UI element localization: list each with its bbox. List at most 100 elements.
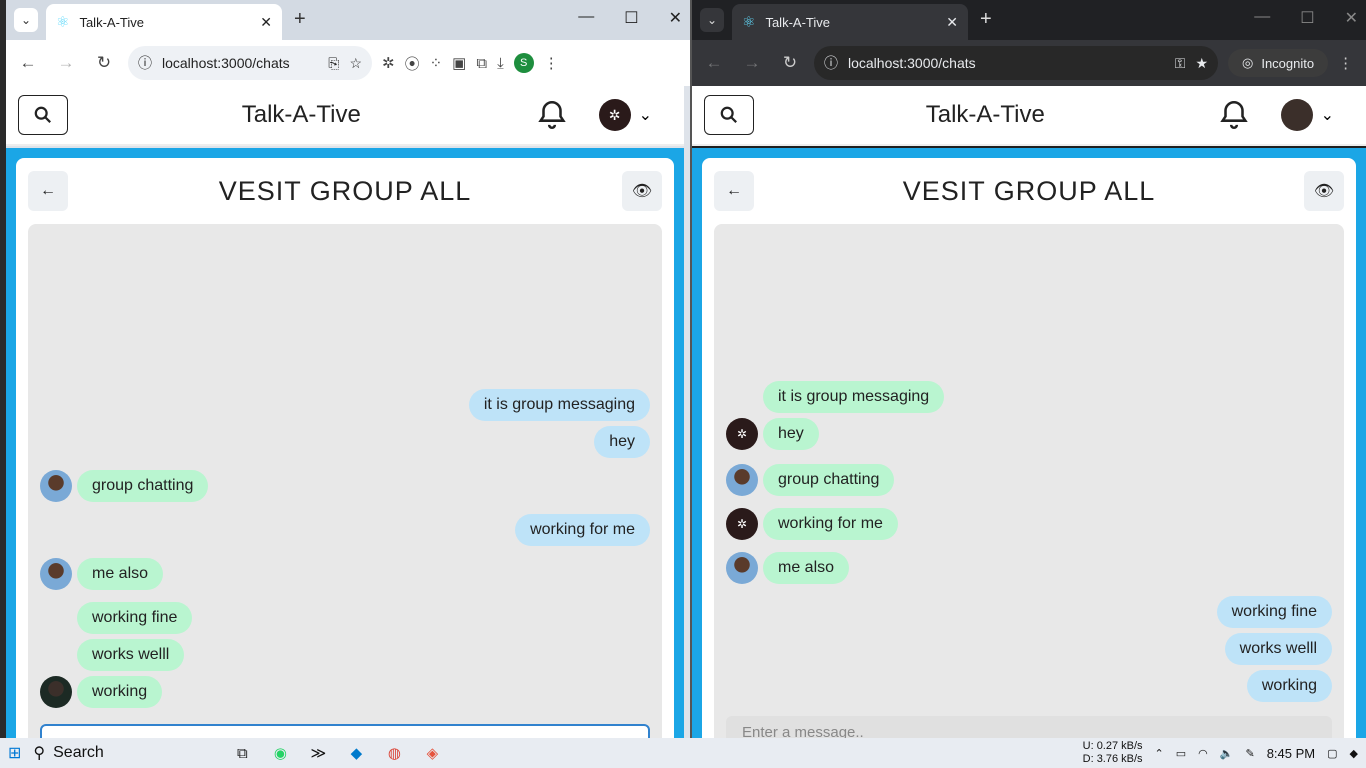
back-icon[interactable]: ← — [700, 53, 728, 73]
vscode-icon[interactable]: ◆ — [337, 744, 375, 762]
maximize-icon[interactable]: ☐ — [624, 8, 638, 28]
taskbar: ⊞ ⚲ Search ⧉ ◉ ≫ ◆ ◍ ◈ U: 0.27 kB/s D: 3… — [0, 738, 1366, 768]
install-icon[interactable]: ⎘ — [328, 55, 339, 72]
tab-search-dropdown[interactable]: ⌄ — [14, 8, 38, 32]
message-area[interactable]: it is group messaging hey group chatting… — [28, 224, 662, 738]
window-controls: — ☐ ✕ — [578, 8, 682, 28]
view-group-button[interactable]: 👁 — [1304, 171, 1344, 211]
back-icon[interactable]: ← — [14, 53, 42, 73]
user-menu[interactable]: ✲ ⌄ — [598, 99, 652, 131]
minimize-icon[interactable]: — — [578, 8, 594, 28]
message-bubble: it is group messaging — [468, 389, 650, 421]
bookmark-star-icon[interactable]: ☆ — [349, 55, 362, 72]
maximize-icon[interactable]: ☐ — [1300, 8, 1314, 28]
message-input[interactable]: Enter a message.. — [726, 716, 1332, 738]
sender-avatar[interactable]: ✲ — [726, 508, 758, 540]
tab-talk-a-tive[interactable]: ⚛ Talk-A-Tive ✕ — [732, 4, 968, 40]
message-row: works welll — [40, 638, 650, 672]
forward-icon[interactable]: → — [738, 53, 766, 73]
chat-header: ← VESIT GROUP ALL 👁 — [714, 170, 1344, 212]
search-icon — [34, 106, 51, 123]
pen-icon[interactable]: ✎ — [1245, 747, 1254, 760]
eye-icon: 👁 — [1313, 183, 1335, 200]
task-view-icon[interactable]: ⧉ — [223, 745, 261, 762]
windows-start-icon[interactable]: ⊞ — [8, 743, 21, 763]
sender-avatar[interactable] — [40, 558, 72, 590]
message-input[interactable] — [40, 724, 650, 738]
view-group-button[interactable]: 👁 — [622, 171, 662, 211]
battery-icon[interactable]: ▭ — [1176, 747, 1186, 760]
message-area[interactable]: it is group messaging ✲ hey group chattin… — [714, 224, 1344, 738]
terminal-icon[interactable]: ≫ — [299, 744, 337, 762]
message-row: group chatting — [726, 463, 1332, 497]
sender-avatar[interactable] — [40, 676, 72, 708]
new-tab-button[interactable]: + — [294, 8, 306, 31]
search-button[interactable] — [704, 95, 754, 135]
app-title: Talk-A-Tive — [925, 101, 1045, 128]
tab-search-dropdown[interactable]: ⌄ — [700, 8, 724, 32]
sender-avatar[interactable] — [726, 464, 758, 496]
site-info-icon[interactable]: ⓘ — [824, 53, 838, 73]
bookmark-star-icon[interactable]: ★ — [1195, 55, 1208, 72]
browser-toolbar: ← → ↻ ⓘ localhost:3000/chats ⎘ ☆ ✲ ⦿ ⁘ ▣… — [6, 40, 690, 86]
chevron-up-icon[interactable]: ⌃ — [1155, 747, 1164, 760]
message-row: working — [726, 669, 1332, 703]
forward-icon[interactable]: → — [52, 53, 80, 73]
minimize-icon[interactable]: — — [1254, 8, 1270, 28]
menu-kebab-icon[interactable]: ⋮ — [1338, 54, 1353, 72]
url-text: localhost:3000/chats — [848, 55, 976, 71]
back-button[interactable]: ← — [714, 171, 754, 211]
avatar: ✲ — [598, 99, 631, 131]
taskbar-search[interactable]: ⚲ Search — [33, 743, 223, 763]
sender-avatar[interactable] — [40, 470, 72, 502]
whatsapp-icon[interactable]: ◉ — [261, 744, 299, 762]
chrome-icon[interactable]: ◍ — [375, 744, 413, 762]
app-header: Talk-A-Tive ✲ ⌄ — [6, 86, 684, 146]
extension-icon[interactable]: ⦿ — [405, 53, 420, 74]
message-row: working fine — [40, 601, 650, 635]
message-row: works welll — [726, 632, 1332, 666]
address-bar[interactable]: ⓘ localhost:3000/chats ⚿ ★ — [814, 46, 1218, 80]
close-tab-icon[interactable]: ✕ — [260, 14, 272, 31]
site-info-icon[interactable]: ⓘ — [138, 53, 152, 73]
tab-title: Talk-A-Tive — [79, 14, 144, 30]
extensions-puzzle-icon[interactable]: ⧉ — [476, 55, 487, 72]
incognito-label: Incognito — [1261, 55, 1315, 71]
close-tab-icon[interactable]: ✕ — [946, 14, 958, 31]
chat-panel: ← VESIT GROUP ALL 👁 it is group messagin… — [16, 158, 674, 738]
download-label: D: — [1082, 753, 1094, 765]
incognito-badge[interactable]: ◎ Incognito — [1228, 49, 1329, 77]
download-icon[interactable]: ⤓ — [497, 55, 504, 72]
extension-screen-icon[interactable]: ▣ — [452, 54, 466, 72]
tab-talk-a-tive[interactable]: ⚛ Talk-A-Tive ✕ — [46, 4, 282, 40]
address-bar[interactable]: ⓘ localhost:3000/chats ⎘ ☆ — [128, 46, 372, 80]
reload-icon[interactable]: ↻ — [90, 53, 118, 73]
wifi-icon[interactable]: ◠ — [1198, 747, 1208, 760]
sender-avatar[interactable]: ✲ — [726, 418, 758, 450]
profile-avatar[interactable]: S — [513, 53, 534, 73]
message-bubble: works welll — [1224, 633, 1332, 665]
search-button[interactable] — [18, 95, 68, 135]
menu-kebab-icon[interactable]: ⋮ — [544, 54, 559, 72]
volume-icon[interactable]: 🔈 — [1220, 747, 1234, 760]
message-bubble: working fine — [77, 602, 193, 634]
sender-avatar[interactable] — [726, 552, 758, 584]
system-tray: U: 0.27 kB/s D: 3.76 kB/s ⌃ ▭ ◠ 🔈 ✎ 8:45… — [1083, 740, 1358, 766]
notification-bell-icon[interactable] — [535, 98, 569, 132]
new-tab-button[interactable]: + — [980, 8, 992, 31]
extension-dots-icon[interactable]: ⁘ — [430, 54, 443, 72]
copilot-icon[interactable]: ◆ — [1350, 747, 1358, 760]
clock[interactable]: 8:45 PM — [1267, 746, 1315, 761]
browser-window-right: ⌄ ⚛ Talk-A-Tive ✕ + — ☐ ✕ ← → ↻ ⓘ localh… — [690, 0, 1366, 738]
reload-icon[interactable]: ↻ — [776, 53, 804, 73]
notification-bell-icon[interactable] — [1217, 98, 1251, 132]
user-menu[interactable]: ⌄ — [1280, 99, 1334, 131]
message-bubble: group chatting — [77, 470, 209, 502]
close-window-icon[interactable]: ✕ — [1345, 8, 1358, 28]
close-window-icon[interactable]: ✕ — [669, 8, 682, 28]
app-icon[interactable]: ◈ — [413, 744, 451, 762]
notification-center-icon[interactable]: ▢ — [1327, 747, 1337, 760]
key-icon[interactable]: ⚿ — [1175, 55, 1186, 72]
extension-bug-icon[interactable]: ✲ — [382, 54, 395, 72]
back-button[interactable]: ← — [28, 171, 68, 211]
